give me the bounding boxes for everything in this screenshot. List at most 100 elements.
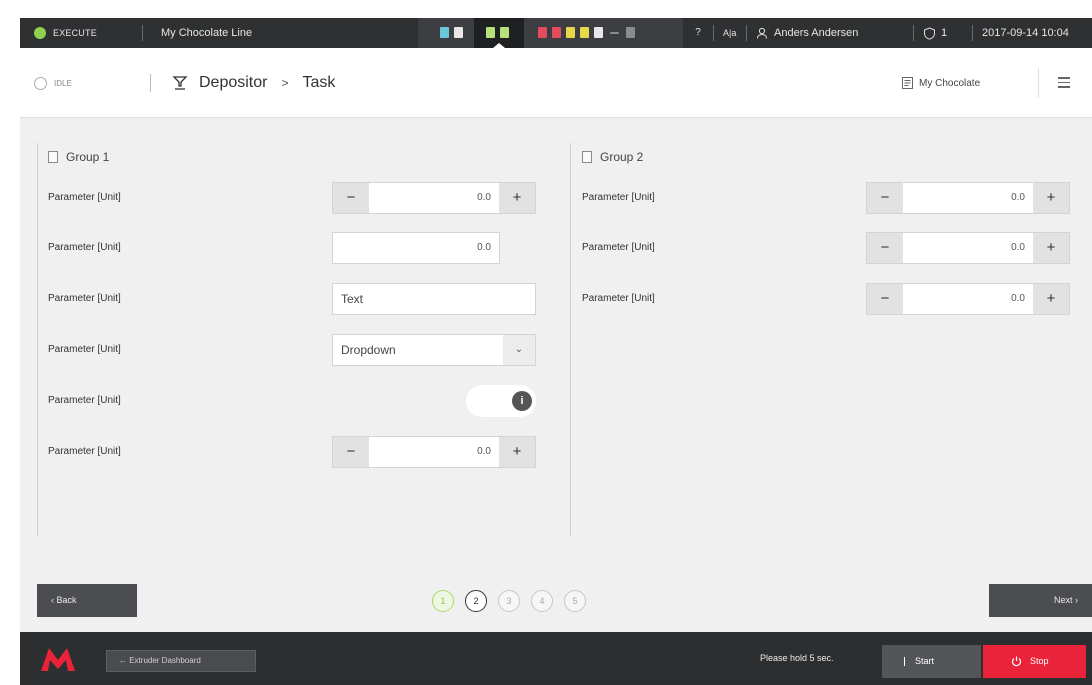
parameter-row: Parameter [Unit] − 0.0 + [48,436,548,468]
execute-label: EXECUTE [53,28,97,38]
line-name[interactable]: My Chocolate Line [161,18,252,48]
decrement-button[interactable]: − [867,284,903,314]
station-white-icon[interactable] [454,27,463,38]
station-cyan-icon[interactable] [440,27,449,38]
wizard-navigation: ‹ Back 1 2 3 4 5 Next › [20,570,1092,632]
parameter-label: Parameter [Unit] [48,293,121,304]
stepper-value[interactable]: 0.0 [903,183,1033,213]
station-green-icon[interactable] [500,27,509,38]
brand-logo-icon [41,648,75,671]
header-divider [150,74,151,92]
parameter-label: Parameter [Unit] [48,344,121,355]
toggle-switch[interactable]: i [466,385,536,417]
parameter-row: Parameter [Unit] Dropdown ⌄ [48,334,548,366]
parameter-row: Parameter [Unit] Text [48,283,548,315]
parameter-row: Parameter [Unit] i [48,385,548,417]
alarm-count: 1 [941,27,948,39]
group-divider [570,143,571,536]
top-divider [713,25,714,41]
decrement-button[interactable]: − [333,183,369,213]
parameter-row: Parameter [Unit] − 0.0 + [48,182,548,214]
dropdown-value: Dropdown [341,343,396,357]
increment-button[interactable]: + [1033,233,1069,263]
increment-button[interactable]: + [499,437,535,467]
group-2-title-label: Group 2 [600,150,644,164]
group-icon [582,151,592,163]
station-yellow-icon[interactable] [580,27,589,38]
group-1-title-label: Group 1 [66,150,110,164]
decrement-button[interactable]: − [867,233,903,263]
chevron-down-icon[interactable]: ⌄ [503,335,535,365]
dropdown-select[interactable]: Dropdown ⌄ [332,334,536,366]
start-icon [904,657,905,667]
station-red-icon[interactable] [552,27,561,38]
task-content: Group 1 Parameter [Unit] − 0.0 + Paramet… [20,118,1092,570]
station-green-icon[interactable] [486,27,495,38]
increment-button[interactable]: + [1033,284,1069,314]
parameter-row: Parameter [Unit] − 0.0 + [582,283,1072,315]
stepper-value[interactable]: 0.0 [903,284,1033,314]
machine-state: IDLE [34,48,72,118]
top-divider [972,25,973,41]
user-button[interactable]: Anders Andersen [756,18,858,48]
stepper-value[interactable]: 0.0 [369,183,499,213]
step-1[interactable]: 1 [432,590,454,612]
date-time: 2017-09-14 10:04 [982,27,1069,39]
page-header: IDLE Depositor > Task My Chocolate [20,48,1092,118]
parameter-label: Parameter [Unit] [48,446,121,457]
recipe-name: My Chocolate [919,77,981,89]
text-input[interactable]: Text [332,283,536,315]
user-icon [757,27,767,39]
language-button[interactable]: A|a [723,18,736,48]
group-1-title: Group 1 [48,150,109,164]
alarm-button[interactable]: 1 [923,18,947,48]
station-white-icon[interactable] [594,27,603,38]
next-button[interactable]: Next › [989,584,1092,617]
recipe-button[interactable]: My Chocolate [902,48,980,118]
stop-button[interactable]: Stop [983,645,1086,678]
increment-button[interactable]: + [499,183,535,213]
hold-message: Please hold 5 sec. [760,653,834,663]
station-connector-icon [610,32,619,34]
step-3[interactable]: 3 [498,590,520,612]
menu-button[interactable] [1058,74,1074,92]
step-5[interactable]: 5 [564,590,586,612]
depositor-icon [172,76,188,90]
top-divider [142,25,143,41]
extruder-dashboard-button[interactable]: ← Extruder Dashboard [106,650,256,672]
header-divider [1038,68,1039,98]
station-grey-icon[interactable] [626,27,635,38]
top-divider [746,25,747,41]
back-button[interactable]: ‹ Back [37,584,137,617]
decrement-button[interactable]: − [333,437,369,467]
parameter-label: Parameter [Unit] [582,293,655,304]
group1-left-border [37,143,38,536]
machine-state-label: IDLE [54,78,72,88]
help-button[interactable]: ? [683,18,713,48]
station-red-icon[interactable] [538,27,547,38]
parameter-label: Parameter [Unit] [582,242,655,253]
stepper-value[interactable]: 0.0 [369,437,499,467]
station-yellow-icon[interactable] [566,27,575,38]
decrement-button[interactable]: − [867,183,903,213]
parameter-row: Parameter [Unit] − 0.0 + [582,182,1072,214]
increment-button[interactable]: + [1033,183,1069,213]
start-button[interactable]: Start [882,645,981,678]
parameter-stepper: − 0.0 + [332,436,536,468]
power-icon [1011,656,1022,667]
parameter-row: Parameter [Unit] − 0.0 + [582,232,1072,264]
parameter-stepper: − 0.0 + [866,182,1070,214]
parameter-label: Parameter [Unit] [48,395,121,406]
top-bar: EXECUTE My Chocolate Line ? A|a Anders A… [20,18,1092,48]
step-2[interactable]: 2 [465,590,487,612]
group-icon [48,151,58,163]
breadcrumb: Depositor > Task [171,48,335,118]
hamburger-icon [1058,77,1070,79]
number-input[interactable]: 0.0 [332,232,500,264]
stepper-value[interactable]: 0.0 [903,233,1033,263]
idle-status-icon [34,76,47,90]
execute-status-dot-icon [34,27,46,39]
step-4[interactable]: 4 [531,590,553,612]
top-divider [913,25,914,41]
breadcrumb-machine[interactable]: Depositor [199,74,267,92]
